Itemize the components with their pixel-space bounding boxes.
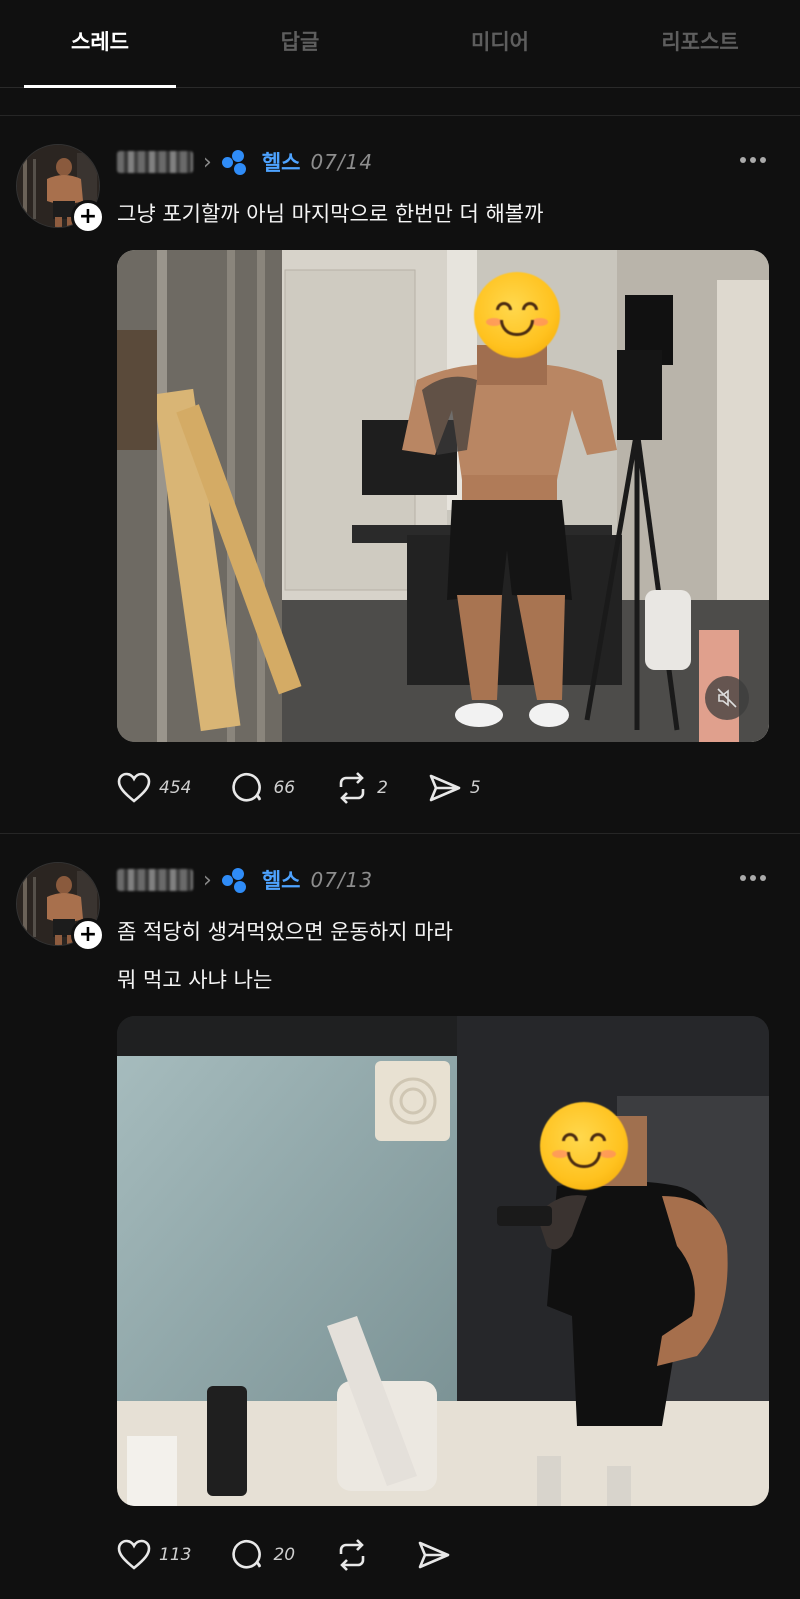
avatar[interactable]: + [16,862,105,952]
username-blurred[interactable] [117,151,193,173]
like-count: 113 [159,1545,192,1565]
username-blurred[interactable] [117,869,193,891]
post-date: 07/14 [310,150,374,174]
share-button[interactable] [417,1539,459,1571]
heart-icon [117,1539,151,1570]
chevron-right-icon: › [203,867,212,893]
topic-icon [221,867,252,893]
reply-count: 20 [273,1545,296,1565]
post-image[interactable] [117,250,769,742]
repost-icon [339,1539,365,1571]
reply-icon [232,772,262,802]
repost-button[interactable]: 2 [335,772,388,804]
avatar[interactable]: + [16,144,105,234]
like-button[interactable]: 113 [117,1539,191,1571]
post-header: › 헬스 07/14 [117,144,373,180]
face-emoji-icon [540,1102,628,1190]
mute-icon[interactable] [705,676,749,720]
follow-plus-icon[interactable]: + [71,918,105,952]
post-actions: 454 66 2 5 [117,768,521,808]
topic-tag[interactable]: 헬스 [262,865,301,895]
post-divider [0,833,800,834]
chevron-right-icon: › [203,149,212,175]
share-button[interactable]: 5 [428,772,481,804]
like-count: 454 [159,778,192,798]
post-text-line: 그냥 포기할까 아님 마지막으로 한번만 더 해볼까 [117,202,544,226]
like-button[interactable]: 454 [117,772,191,804]
share-icon [418,1541,450,1569]
reply-button[interactable]: 66 [231,772,295,804]
reply-count: 66 [273,778,296,798]
more-icon[interactable] [740,157,766,163]
repost-icon [339,772,365,804]
section-divider [0,115,800,116]
post-text-line: 뭐 먹고 사냐 나는 [117,968,273,992]
post-text: 그냥 포기할까 아님 마지막으로 한번만 더 해볼까 [117,190,543,238]
topic-icon [221,149,252,175]
share-count: 5 [469,778,481,798]
reply-button[interactable]: 20 [231,1539,295,1571]
face-emoji-icon [474,272,560,358]
repost-count: 2 [377,778,388,798]
post-header: › 헬스 07/13 [117,862,373,898]
tab-media[interactable]: 미디어 [400,0,600,82]
post-text: 좀 적당히 생겨먹었으면 운동하지 마라 뭐 먹고 사냐 나는 [117,908,453,1004]
repost-button[interactable] [335,1539,377,1571]
active-tab-indicator [24,85,176,88]
post-actions: 113 20 [117,1535,499,1575]
post-text-line: 좀 적당히 생겨먹었으면 운동하지 마라 [117,920,453,944]
tab-reposts[interactable]: 리포스트 [600,0,800,82]
tab-replies[interactable]: 답글 [200,0,400,82]
tab-threads[interactable]: 스레드 [0,0,200,82]
post-image[interactable] [117,1016,769,1506]
topic-tag[interactable]: 헬스 [262,147,301,177]
more-icon[interactable] [740,875,766,881]
profile-tabs: 스레드 답글 미디어 리포스트 [0,0,800,88]
heart-icon [117,772,151,803]
post-date: 07/13 [310,868,374,892]
follow-plus-icon[interactable]: + [71,200,105,234]
reply-icon [232,1539,262,1569]
share-icon [429,774,461,802]
